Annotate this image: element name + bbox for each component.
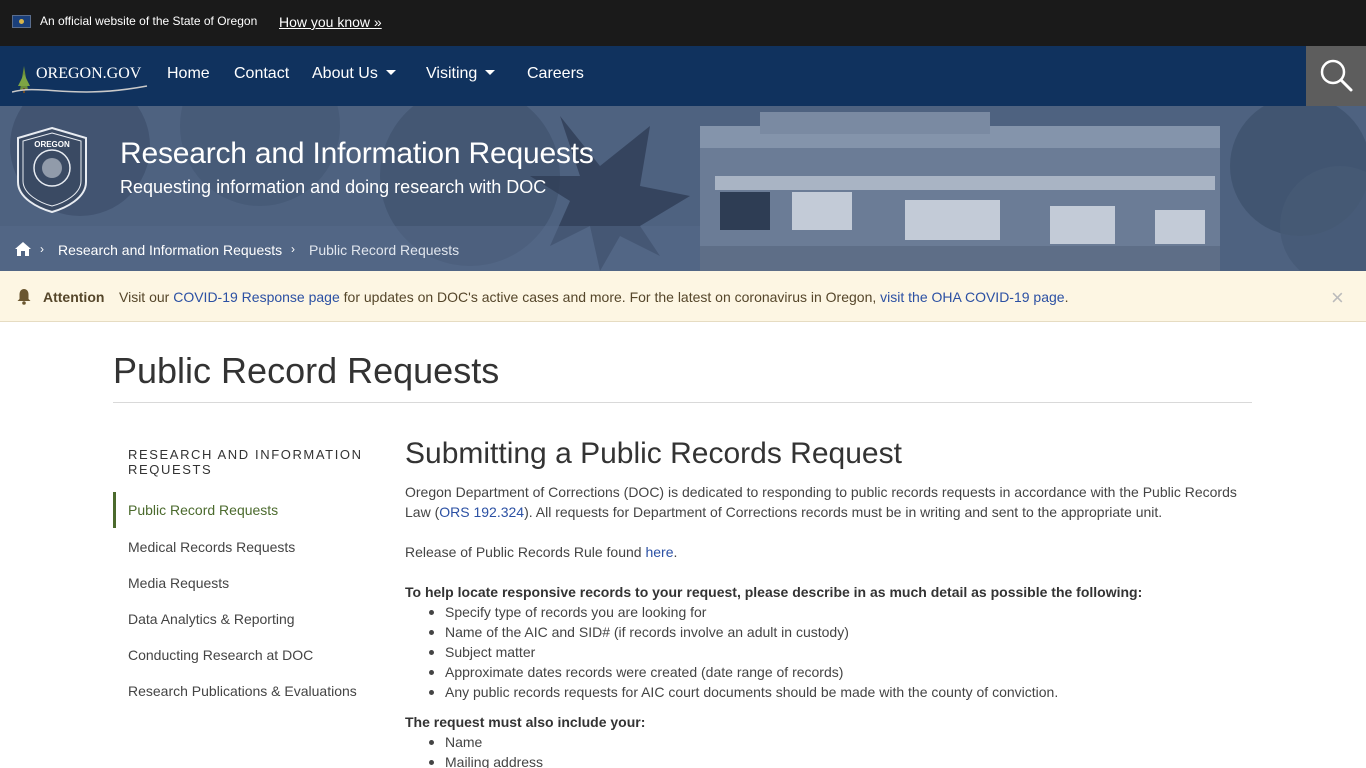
- official-site-text: An official website of the State of Oreg…: [40, 14, 258, 28]
- locate-list: Specify type of records you are looking …: [428, 602, 1059, 702]
- rule-text: .: [673, 544, 678, 560]
- oregon-flag-icon: [12, 15, 31, 28]
- sidebar-active-indicator: [113, 492, 116, 528]
- rule-paragraph: Release of Public Records Rule found her…: [405, 542, 1250, 562]
- search-button[interactable]: [1306, 46, 1366, 106]
- sidebar-item-research-publications[interactable]: Research Publications & Evaluations: [128, 683, 357, 699]
- main-navigation: OREGON.GOV Home Contact About Us Visitin…: [0, 46, 1366, 106]
- ors-link[interactable]: ORS 192.324: [439, 504, 524, 520]
- nav-about-us[interactable]: About Us: [312, 65, 396, 83]
- intro-paragraph: Oregon Department of Corrections (DOC) i…: [405, 482, 1250, 522]
- rule-here-link[interactable]: here: [645, 544, 673, 560]
- nav-home[interactable]: Home: [167, 65, 210, 83]
- list-item: Name of the AIC and SID# (if records inv…: [428, 622, 1058, 642]
- hero-banner: OREGON Research and Information Requests…: [0, 106, 1366, 271]
- breadcrumb-link-research[interactable]: Research and Information Requests: [58, 242, 282, 258]
- close-icon[interactable]: ×: [1331, 285, 1344, 311]
- list-item: Any public records requests for AIC cour…: [428, 684, 1059, 700]
- alert-message: Visit our COVID-19 Response page for upd…: [119, 289, 1068, 305]
- nav-careers[interactable]: Careers: [527, 65, 584, 83]
- alert-text-part: for updates on DOC's active cases and mo…: [339, 289, 881, 305]
- nav-visiting-label: Visiting: [426, 65, 478, 82]
- alert-text-part: Visit our: [119, 289, 174, 305]
- official-site-banner: An official website of the State of Oreg…: [0, 0, 1366, 46]
- bell-icon: [17, 289, 31, 305]
- list-item: Mailing address: [428, 752, 543, 768]
- home-icon[interactable]: [14, 241, 32, 257]
- sidebar-item-conducting-research[interactable]: Conducting Research at DOC: [128, 647, 313, 663]
- chevron-down-icon: [385, 70, 396, 76]
- nav-about-us-label: About Us: [312, 65, 378, 82]
- rule-text: Release of Public Records Rule found: [405, 544, 646, 560]
- page-title: Public Record Requests: [113, 350, 500, 391]
- sidebar-item-media-requests[interactable]: Media Requests: [128, 575, 229, 591]
- include-list: Name Mailing address: [428, 732, 543, 768]
- sidebar-item-data-analytics[interactable]: Data Analytics & Reporting: [128, 611, 295, 627]
- oha-covid-link[interactable]: visit the OHA COVID-19 page: [880, 289, 1064, 305]
- hero-subtitle: Requesting information and doing researc…: [120, 177, 547, 197]
- chevron-right-icon: ›: [291, 242, 295, 256]
- divider: [113, 402, 1252, 403]
- intro-text: ). All requests for Department of Correc…: [524, 504, 1163, 520]
- seal-top-text: OREGON: [34, 140, 70, 149]
- sidebar-heading: RESEARCH AND INFORMATION REQUESTS: [128, 447, 363, 477]
- list-item: Name: [428, 732, 543, 752]
- sidebar-item-public-record-requests[interactable]: Public Record Requests: [128, 502, 278, 518]
- hero-title: Research and Information Requests: [120, 137, 594, 170]
- search-icon: [1320, 59, 1353, 92]
- attention-alert: Attention Visit our COVID-19 Response pa…: [0, 271, 1366, 322]
- chevron-right-icon: ›: [40, 242, 44, 256]
- chevron-down-icon: [485, 70, 496, 76]
- logo-text: OREGON.GOV: [36, 65, 142, 82]
- alert-text-part: .: [1064, 289, 1069, 305]
- nav-contact[interactable]: Contact: [234, 65, 289, 83]
- breadcrumb-current: Public Record Requests: [309, 242, 460, 258]
- list-item: Specify type of records you are looking …: [428, 602, 1058, 622]
- sidebar-item-medical-records[interactable]: Medical Records Requests: [128, 539, 295, 555]
- alert-title: Attention: [43, 289, 105, 305]
- include-heading: The request must also include your:: [405, 714, 646, 730]
- list-item: Approximate dates records were created (…: [428, 662, 1058, 682]
- oregon-gov-logo[interactable]: OREGON.GOV: [11, 56, 152, 96]
- covid-response-link[interactable]: COVID-19 Response page: [173, 289, 340, 305]
- nav-visiting[interactable]: Visiting: [426, 65, 496, 83]
- section-heading: Submitting a Public Records Request: [405, 437, 902, 470]
- locate-heading: To help locate responsive records to you…: [405, 584, 1143, 600]
- doc-seal-icon: OREGON: [14, 126, 90, 214]
- list-item: Subject matter: [428, 642, 1058, 662]
- how-you-know-link[interactable]: How you know »: [279, 14, 382, 30]
